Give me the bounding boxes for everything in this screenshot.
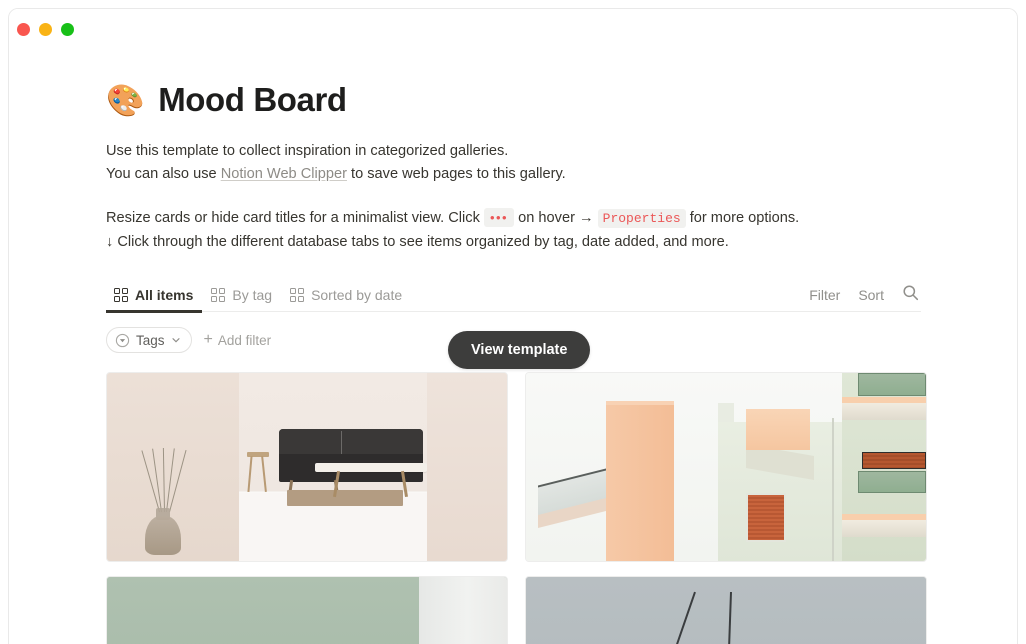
gallery-grid bbox=[106, 372, 927, 644]
database-tools: Filter Sort bbox=[809, 284, 921, 306]
page-content: 🎨 Mood Board Use this template to collec… bbox=[9, 49, 1017, 644]
gallery-grid-icon bbox=[114, 287, 128, 302]
tags-filter-label: Tags bbox=[136, 332, 165, 348]
close-window-button[interactable] bbox=[17, 22, 30, 36]
tab-sorted-by-date[interactable]: Sorted by date bbox=[281, 278, 411, 312]
description-line-3: Resize cards or hide card titles for a m… bbox=[106, 207, 921, 231]
card-image-bird-on-sage bbox=[107, 577, 507, 644]
sort-button[interactable]: Sort bbox=[858, 287, 884, 303]
card-image-minimalist-interior bbox=[107, 373, 507, 561]
page-title: 🎨 Mood Board bbox=[106, 81, 921, 119]
gallery-card-orange-balloon-sky[interactable] bbox=[525, 576, 927, 644]
traffic-lights bbox=[17, 22, 74, 36]
browser-window: 🎨 Mood Board Use this template to collec… bbox=[8, 8, 1018, 644]
circle-chevron-down-icon bbox=[115, 333, 130, 348]
description-line-2-prefix: You can also use bbox=[106, 165, 221, 182]
description-line-1: Use this template to collect inspiration… bbox=[106, 143, 509, 159]
gallery-grid-icon bbox=[211, 287, 226, 302]
filter-button[interactable]: Filter bbox=[809, 287, 840, 303]
page-description: Use this template to collect inspiration… bbox=[106, 140, 921, 253]
description-line-2-suffix: to save web pages to this gallery. bbox=[346, 165, 566, 182]
add-filter-label: Add filter bbox=[217, 332, 272, 348]
description-line-3-prefix: Resize cards or hide card titles for a m… bbox=[106, 210, 484, 226]
tab-all-items-label: All items bbox=[135, 286, 194, 303]
tab-sorted-by-date-label: Sorted by date bbox=[311, 286, 403, 303]
ellipsis-menu-code: ••• bbox=[483, 208, 515, 227]
card-image-pastel-architecture bbox=[526, 373, 926, 561]
minimize-window-button[interactable] bbox=[39, 22, 52, 36]
chevron-down-icon bbox=[171, 335, 181, 345]
maximize-window-button[interactable] bbox=[61, 22, 74, 36]
gallery-grid-icon bbox=[290, 287, 305, 302]
plus-icon: + bbox=[203, 331, 213, 348]
gallery-card-pastel-architecture[interactable] bbox=[525, 372, 927, 562]
view-template-button[interactable]: View template bbox=[448, 331, 591, 369]
description-line-2: You can also use Notion Web Clipper to s… bbox=[106, 163, 921, 186]
notion-web-clipper-link[interactable]: Notion Web Clipper bbox=[221, 166, 347, 182]
search-icon[interactable] bbox=[902, 284, 919, 306]
palette-icon: 🎨 bbox=[106, 82, 145, 118]
description-line-3-mid: on hover bbox=[514, 210, 579, 226]
description-line-4: ↓ Click through the different database t… bbox=[106, 233, 729, 250]
gallery-card-bird-on-sage[interactable] bbox=[106, 576, 508, 644]
card-image-orange-balloon-sky bbox=[526, 577, 926, 644]
add-filter-button[interactable]: + Add filter bbox=[204, 332, 272, 348]
page-title-text: Mood Board bbox=[158, 81, 347, 118]
database-tabs: All items By tag Sorted by date bbox=[106, 278, 411, 313]
properties-code: Properties bbox=[597, 209, 686, 228]
arrow-glyph: → bbox=[579, 210, 594, 226]
tab-all-items[interactable]: All items bbox=[106, 278, 203, 313]
gallery-card-minimalist-interior[interactable] bbox=[106, 372, 508, 562]
window-titlebar bbox=[9, 9, 1017, 49]
app-root: 🎨 Mood Board Use this template to collec… bbox=[0, 0, 1026, 644]
filter-bar: Tags + Add filter View template bbox=[106, 326, 921, 369]
description-line-3-suffix: for more options. bbox=[685, 210, 800, 226]
database-tabs-row: All items By tag Sorted by date Filter S… bbox=[106, 278, 921, 313]
tab-by-tag-label: By tag bbox=[232, 286, 273, 303]
tab-by-tag[interactable]: By tag bbox=[202, 278, 281, 312]
tags-filter-pill[interactable]: Tags bbox=[106, 327, 192, 353]
